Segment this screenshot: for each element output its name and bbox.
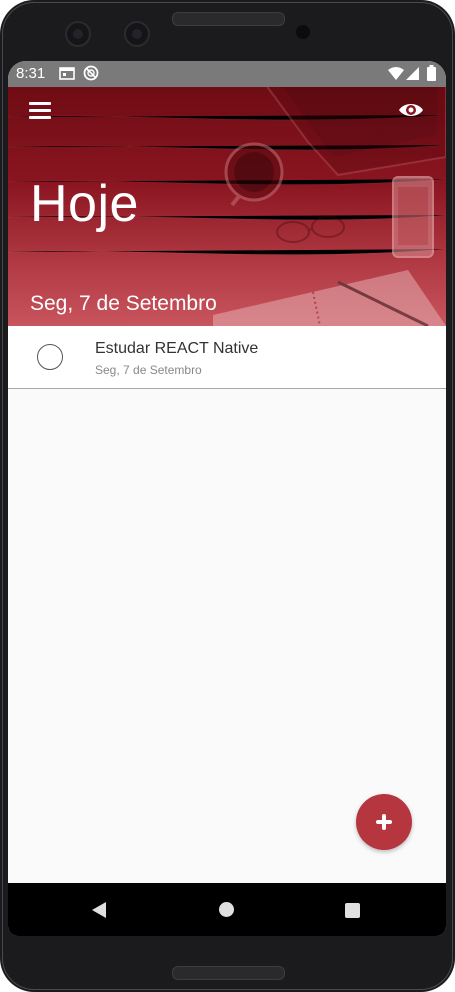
home-icon[interactable] [219, 902, 234, 917]
task-date: Seg, 7 de Setembro [95, 363, 202, 377]
front-sensor-icon [124, 21, 150, 47]
calendar-notification-icon [59, 67, 75, 80]
menu-icon[interactable] [29, 102, 51, 120]
bottom-speaker [172, 966, 285, 980]
recents-icon[interactable] [345, 903, 360, 918]
task-title: Estudar REACT Native [95, 340, 259, 357]
page-title: Hoje [30, 175, 139, 233]
today-header: Hoje Seg, 7 de Setembro [8, 87, 446, 326]
proximity-sensor [296, 25, 310, 39]
phone-frame: 8:31 Hoje Seg, 7 de Setembro Estudar REA… [0, 0, 455, 992]
earpiece-speaker [172, 12, 285, 26]
task-checkbox[interactable] [37, 344, 63, 370]
front-camera-icon [65, 21, 91, 47]
eye-icon[interactable] [398, 99, 424, 121]
page-subtitle-date: Seg, 7 de Setembro [30, 292, 217, 315]
wifi-icon [388, 67, 404, 80]
back-icon[interactable] [92, 902, 106, 918]
signal-icon [406, 67, 419, 80]
screen: 8:31 Hoje Seg, 7 de Setembro Estudar REA… [8, 61, 446, 936]
status-time: 8:31 [16, 65, 46, 82]
battery-icon [427, 65, 436, 81]
no-disturb-icon [83, 65, 99, 81]
android-nav-bar [8, 883, 446, 936]
add-task-button[interactable] [356, 794, 412, 850]
status-bar: 8:31 [8, 61, 446, 87]
task-item[interactable]: Estudar REACT Native Seg, 7 de Setembro [8, 326, 446, 389]
